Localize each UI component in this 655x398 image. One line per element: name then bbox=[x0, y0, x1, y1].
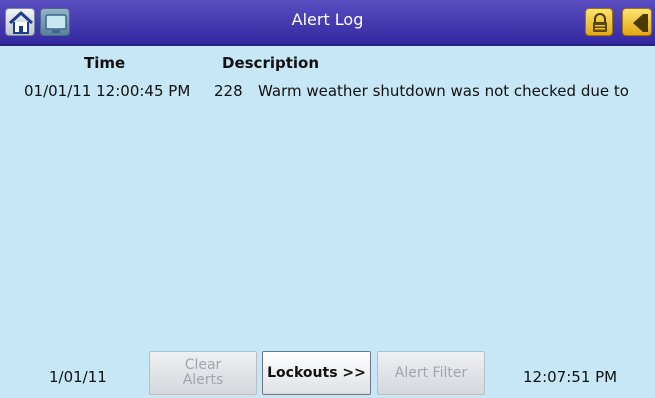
lock-icon bbox=[593, 13, 607, 32]
lockouts-label: Lockouts >> bbox=[267, 364, 366, 381]
table-row-description: Warm weather shutdown was not checked du… bbox=[258, 82, 629, 100]
column-header-time: Time bbox=[84, 54, 126, 72]
back-arrow-icon bbox=[633, 14, 648, 32]
table-row-time: 01/01/11 12:00:45 PM bbox=[24, 82, 191, 100]
page-title: Alert Log bbox=[291, 10, 364, 29]
clear-alerts-button[interactable]: Clear Alerts bbox=[149, 351, 257, 395]
title-bar: Alert Log bbox=[0, 0, 655, 46]
footer-time: 12:07:51 PM bbox=[523, 368, 618, 386]
lock-button[interactable] bbox=[585, 8, 613, 36]
alert-filter-button[interactable]: Alert Filter bbox=[377, 351, 485, 395]
clear-alerts-label: Clear Alerts bbox=[182, 357, 224, 388]
table-row-code: 228 bbox=[214, 82, 243, 100]
back-button[interactable] bbox=[622, 8, 652, 36]
alert-filter-label: Alert Filter bbox=[394, 364, 468, 381]
lockouts-button[interactable]: Lockouts >> bbox=[262, 351, 371, 395]
column-header-description: Description bbox=[222, 54, 320, 72]
alert-log-screen: Alert Log Time Description 01/01/11 12:0… bbox=[0, 0, 655, 398]
footer-date: 1/01/11 bbox=[49, 368, 107, 386]
